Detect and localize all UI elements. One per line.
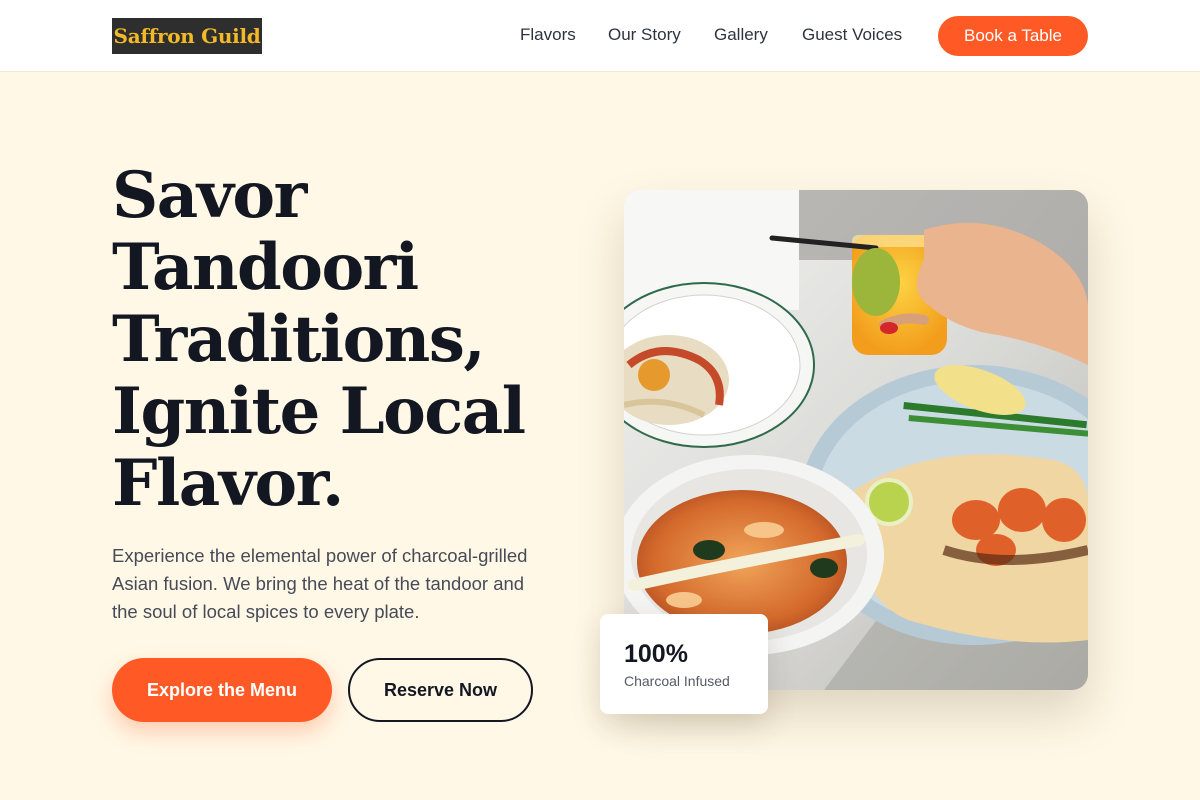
nav-link-our-story[interactable]: Our Story: [608, 24, 681, 46]
hero-description: Experience the elemental power of charco…: [112, 542, 582, 626]
book-table-button[interactable]: Book a Table: [938, 16, 1088, 56]
stat-label: Charcoal Infused: [624, 673, 730, 689]
reserve-now-button[interactable]: Reserve Now: [348, 658, 533, 722]
explore-menu-button[interactable]: Explore the Menu: [112, 658, 332, 722]
stat-card: 100% Charcoal Infused: [600, 614, 768, 714]
hero-title-line: Traditions,: [112, 302, 486, 377]
hero-title: Savor Tandoori Traditions, Ignite Local …: [112, 160, 592, 520]
nav-link-gallery[interactable]: Gallery: [714, 24, 768, 46]
hero-description-line: Experience the elemental power of charco…: [112, 545, 528, 566]
hero-title-line: Flavor.: [112, 446, 344, 521]
stat-value: 100%: [624, 640, 688, 668]
hero-title-line: Ignite Local: [112, 374, 526, 449]
site-header: Saffron Guild Flavors Our Story Gallery …: [0, 0, 1200, 72]
nav-link-guest-voices[interactable]: Guest Voices: [802, 24, 902, 46]
hero-description-line: the soul of local spices to every plate.: [112, 601, 420, 622]
nav-link-flavors[interactable]: Flavors: [520, 24, 576, 46]
hero-title-line: Savor: [112, 158, 307, 233]
brand-logo[interactable]: Saffron Guild: [112, 18, 262, 54]
hero-title-line: Tandoori: [112, 230, 419, 305]
hero-description-line: Asian fusion. We bring the heat of the t…: [112, 573, 525, 594]
